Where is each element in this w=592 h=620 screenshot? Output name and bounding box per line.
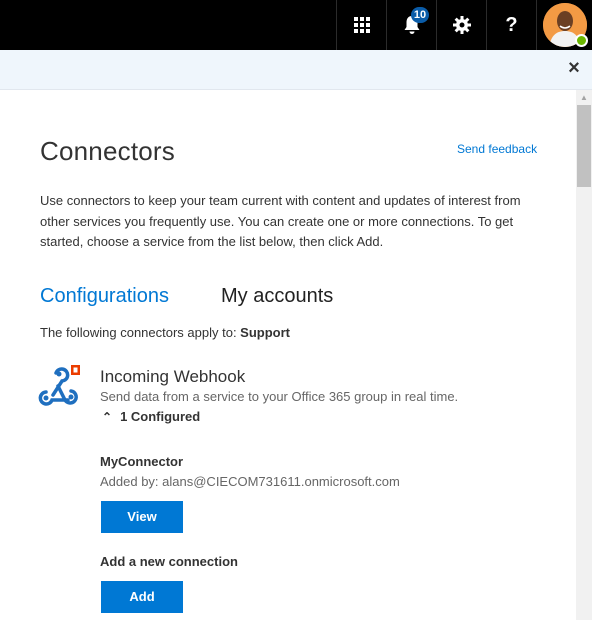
waffle-icon <box>353 17 370 33</box>
notifications-button[interactable]: 10 <box>386 0 436 50</box>
close-button[interactable]: × <box>564 58 584 78</box>
help-button[interactable]: ? <box>486 0 536 50</box>
add-new-connection-label: Add a new connection <box>100 554 238 569</box>
add-button[interactable]: Add <box>101 581 183 613</box>
view-button[interactable]: View <box>101 501 183 533</box>
top-bar: 10 ? <box>0 0 592 50</box>
panel-header-bar <box>0 50 592 90</box>
gear-icon <box>452 16 471 34</box>
applies-to-group: Support <box>240 325 290 340</box>
connection-name: MyConnector <box>100 454 184 469</box>
chevron-up-double-icon: ⌃ <box>102 410 113 424</box>
settings-button[interactable] <box>436 0 486 50</box>
webhook-icon <box>38 365 80 406</box>
close-icon: × <box>568 57 580 79</box>
applies-to-text: The following connectors apply to: Suppo… <box>40 325 290 340</box>
notification-count-badge: 10 <box>411 7 429 23</box>
page-description: Use connectors to keep your team current… <box>40 193 521 249</box>
send-feedback-link[interactable]: Send feedback <box>457 142 537 156</box>
help-icon: ? <box>505 13 518 36</box>
scrollbar-thumb[interactable] <box>577 105 591 187</box>
connector-description: Send data from a service to your Office … <box>100 389 459 404</box>
applies-to-prefix: The following connectors apply to: <box>40 325 241 340</box>
tab-my-accounts[interactable]: My accounts <box>221 285 333 308</box>
scroll-up-arrow-icon[interactable]: ▲ <box>576 92 592 104</box>
configured-toggle[interactable]: ⌃ 1 Configured <box>102 409 200 424</box>
connection-added-by: Added by: alans@CIECOM731611.onmicrosoft… <box>100 474 400 489</box>
configured-count: 1 Configured <box>120 409 201 424</box>
presence-available-icon <box>575 34 588 47</box>
connector-name: Incoming Webhook <box>100 367 246 386</box>
page-title: Connectors <box>40 136 175 166</box>
tab-configurations[interactable]: Configurations <box>40 285 169 308</box>
app-launcher-button[interactable] <box>336 0 386 50</box>
